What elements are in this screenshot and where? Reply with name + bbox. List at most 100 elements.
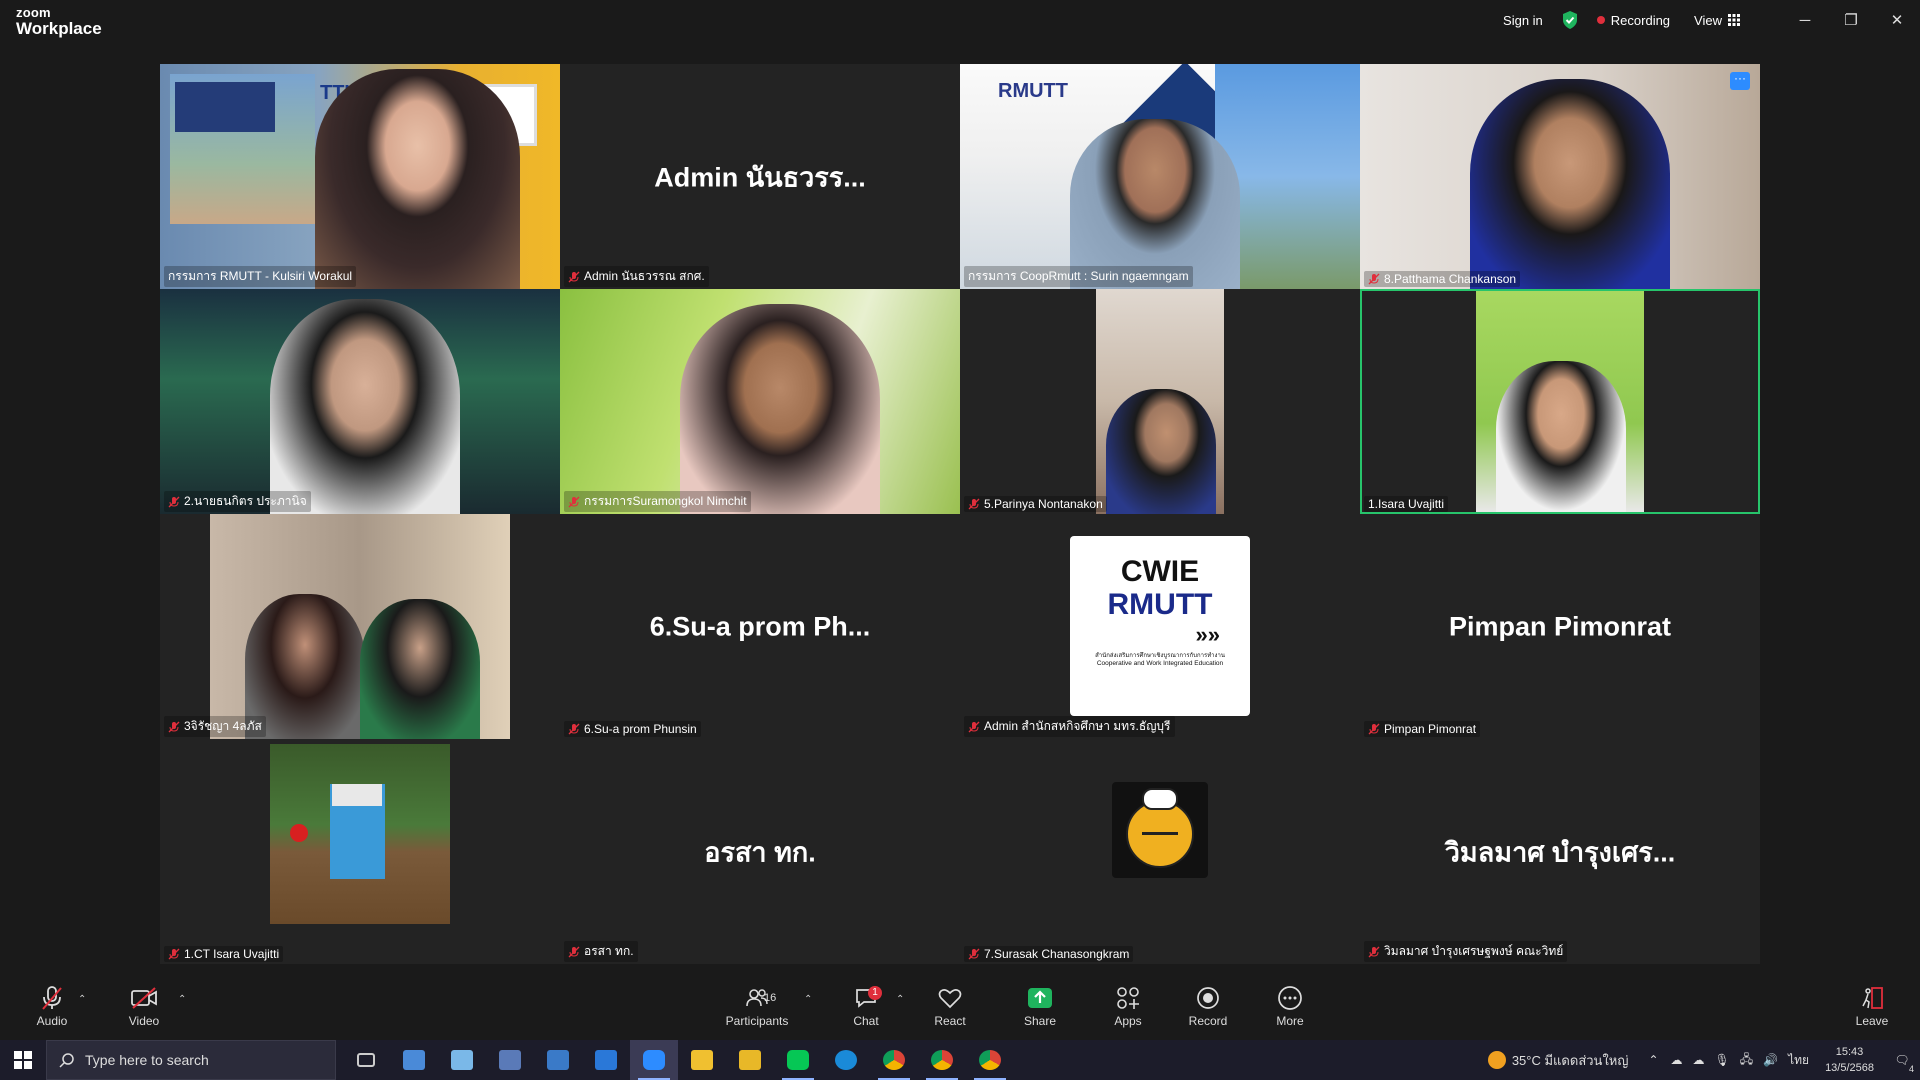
system-tray: 35°C มีแดดส่วนใหญ่ ⌃ ☁ ☁ 🎙 🖧 🔊 ไทย 15:43… xyxy=(1487,1040,1920,1080)
audio-button[interactable]: Audio xyxy=(20,984,84,1028)
rmutt-logo: RMUTT xyxy=(998,80,1068,102)
app-icon[interactable] xyxy=(438,1040,486,1080)
zoom-logo: zoom Workplace xyxy=(16,6,102,37)
close-button[interactable]: ✕ xyxy=(1874,0,1920,40)
record-button[interactable]: Record xyxy=(1176,984,1240,1028)
participant-tile[interactable]: 7.Surasak Chanasongkram xyxy=(960,739,1360,964)
participant-name: Pimpan Pimonrat xyxy=(1364,721,1481,737)
participants-count: 16 xyxy=(764,992,777,1004)
meeting-toolbar: Audio ⌃ Video ⌃ 16 Participants ⌃ 1 Chat… xyxy=(0,978,1920,1040)
minimize-button[interactable]: ─ xyxy=(1782,0,1828,40)
chrome-browser-icon[interactable] xyxy=(918,1040,966,1080)
onedrive-icon[interactable]: ☁ xyxy=(1693,1053,1705,1067)
participant-tile[interactable]: ··· 8.Patthama Chankanson xyxy=(1360,64,1760,289)
participant-tile[interactable]: Admin นันธวรร... Admin นันธวรรณ สกศ. xyxy=(560,64,960,289)
chat-options-caret-icon[interactable]: ⌃ xyxy=(896,994,904,1005)
microphone-icon[interactable]: 🎙 xyxy=(1715,1053,1730,1067)
chrome-browser-icon[interactable] xyxy=(870,1040,918,1080)
participant-tile[interactable]: 2.นายธนกิตร ประภานิจ xyxy=(160,289,560,514)
speaker-icon[interactable]: 🔊 xyxy=(1763,1053,1778,1067)
participant-tile[interactable]: 1.CT Isara Uvajitti xyxy=(160,739,560,964)
participant-tile[interactable]: อรสา ทก. อรสา ทก. xyxy=(560,739,960,964)
language-indicator[interactable]: ไทย xyxy=(1788,1051,1809,1070)
title-bar: zoom Workplace Sign in Recording View ─ … xyxy=(0,0,1920,44)
line-app-icon[interactable] xyxy=(774,1040,822,1080)
sign-in-button[interactable]: Sign in xyxy=(1503,13,1543,28)
share-label: Share xyxy=(1023,1014,1057,1028)
view-button[interactable]: View xyxy=(1694,13,1740,28)
react-label: React xyxy=(934,1014,966,1028)
search-icon xyxy=(59,1053,74,1068)
participant-tile[interactable]: RMUTT กรรมการ CoopRmutt : Surin ngaemnga… xyxy=(960,64,1360,289)
participant-tile[interactable]: CWIE RMUTT »» สำนักส่งเสริมการศึกษาเชิงบ… xyxy=(960,514,1360,739)
chat-button[interactable]: 1 Chat xyxy=(834,984,898,1028)
participant-tile-active-speaker[interactable]: 1.Isara Uvajitti xyxy=(1360,289,1760,514)
participant-name: กรรมการ CoopRmutt : Surin ngaemngam xyxy=(964,266,1193,287)
store-icon[interactable] xyxy=(534,1040,582,1080)
recording-label: Recording xyxy=(1610,12,1671,28)
video-button[interactable]: Video xyxy=(112,984,176,1028)
mic-muted-icon xyxy=(42,986,62,1010)
participant-name: กรรมการ RMUTT - Kulsiri Worakul xyxy=(164,266,357,287)
participant-video xyxy=(210,514,510,739)
chevron-up-icon[interactable]: ⌃ xyxy=(1648,1053,1658,1067)
participant-tile[interactable]: กรรมการSuramongkol Nimchit xyxy=(560,289,960,514)
more-button[interactable]: More xyxy=(1258,984,1322,1028)
participants-button[interactable]: 16 Participants xyxy=(724,984,790,1028)
heart-icon xyxy=(938,989,962,1009)
logo-line2: Workplace xyxy=(16,19,102,38)
mic-muted-icon xyxy=(968,498,980,510)
mic-muted-icon xyxy=(968,948,980,960)
leave-button[interactable]: Leave xyxy=(1840,984,1904,1028)
shield-icon[interactable] xyxy=(1561,10,1579,30)
zoom-app-icon[interactable] xyxy=(630,1040,678,1080)
participant-video: RMUTT xyxy=(960,64,1360,289)
network-icon[interactable]: 🖧 xyxy=(1740,1050,1753,1071)
audio-options-caret-icon[interactable]: ⌃ xyxy=(78,994,86,1005)
recording-indicator[interactable]: Recording xyxy=(1596,12,1671,28)
participants-label: Participants xyxy=(725,1014,789,1028)
notification-center-button[interactable]: 🗨 4 xyxy=(1884,1040,1920,1080)
gallery-grid: TTU กรรมการ RMUTT - Kulsiri Worakul Admi… xyxy=(160,64,1760,964)
restore-button[interactable]: ❐ xyxy=(1828,0,1874,40)
more-icon xyxy=(1278,986,1302,1010)
app-icon[interactable] xyxy=(390,1040,438,1080)
participant-display-name: Pimpan Pimonrat xyxy=(1448,611,1672,641)
chrome-browser-icon[interactable] xyxy=(966,1040,1014,1080)
participant-name: วิมลมาศ บำรุงเศรษฐพงษ์ คณะวิทย์ xyxy=(1364,941,1568,962)
cwie-desc-en: Cooperative and Work Integrated Educatio… xyxy=(1096,660,1224,667)
react-button[interactable]: React xyxy=(918,984,982,1028)
apps-button[interactable]: Apps xyxy=(1096,984,1160,1028)
edge-browser-icon[interactable] xyxy=(822,1040,870,1080)
participant-display-name: Admin นันธวรร... xyxy=(654,162,866,192)
mail-icon[interactable] xyxy=(582,1040,630,1080)
participant-name: อรสา ทก. xyxy=(564,941,638,962)
calculator-icon[interactable] xyxy=(486,1040,534,1080)
mic-muted-icon xyxy=(568,271,580,282)
clock[interactable]: 15:43 13/5/2568 xyxy=(1825,1044,1874,1076)
more-options-button[interactable]: ··· xyxy=(1730,72,1750,90)
participant-tile[interactable]: 3จิรัชญา 4ลภัส xyxy=(160,514,560,739)
participants-options-caret-icon[interactable]: ⌃ xyxy=(804,994,812,1005)
start-button[interactable] xyxy=(0,1040,46,1080)
clock-time: 15:43 xyxy=(1835,1046,1864,1058)
participant-tile[interactable]: 6.Su-a prom Ph... 6.Su-a prom Phunsin xyxy=(560,514,960,739)
onedrive-icon[interactable]: ☁ xyxy=(1671,1053,1683,1067)
participant-tile[interactable]: Pimpan Pimonrat Pimpan Pimonrat xyxy=(1360,514,1760,739)
file-explorer-icon[interactable] xyxy=(678,1040,726,1080)
participant-name: Admin นันธวรรณ สกศ. xyxy=(564,266,709,287)
logo-line1: zoom xyxy=(16,5,51,20)
participant-display-name: วิมลมาศ บำรุงเศร... xyxy=(1444,837,1676,867)
mic-muted-icon xyxy=(168,721,180,732)
participant-tile[interactable]: วิมลมาศ บำรุงเศร... วิมลมาศ บำรุงเศรษฐพง… xyxy=(1360,739,1760,964)
participant-tile[interactable]: TTU กรรมการ RMUTT - Kulsiri Worakul xyxy=(160,64,560,289)
taskbar-search[interactable]: Type here to search xyxy=(46,1040,336,1080)
video-options-caret-icon[interactable]: ⌃ xyxy=(178,994,186,1005)
participant-tile[interactable]: 5.Parinya Nontanakon xyxy=(960,289,1360,514)
weather-widget[interactable]: 35°C มีแดดส่วนใหญ่ xyxy=(1487,1050,1628,1071)
share-button[interactable]: Share xyxy=(1008,984,1072,1028)
grid-icon xyxy=(1728,14,1740,26)
task-view-icon[interactable] xyxy=(342,1040,390,1080)
app-icon[interactable] xyxy=(726,1040,774,1080)
video-label: Video xyxy=(128,1014,160,1028)
